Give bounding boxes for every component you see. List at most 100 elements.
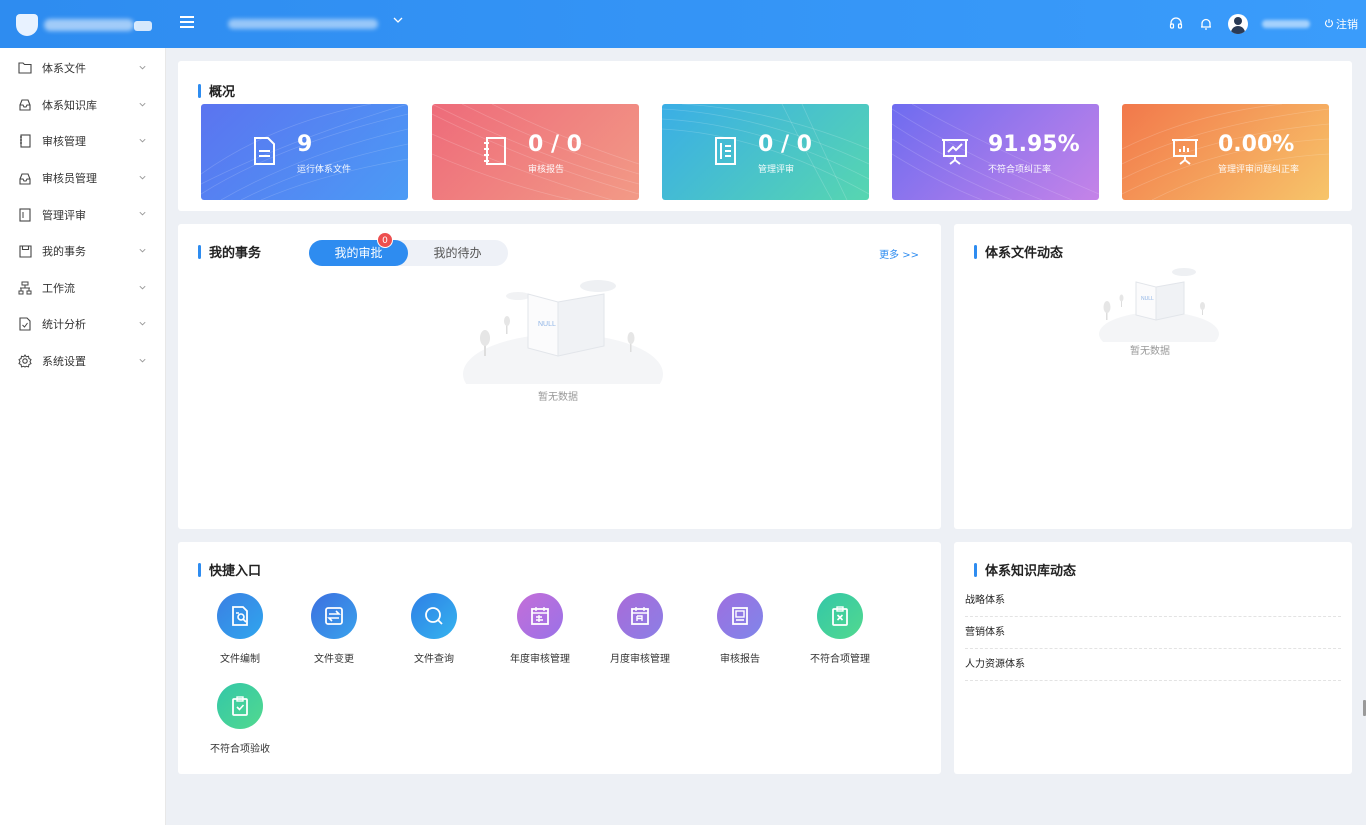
stat-label: 运行体系文件: [297, 165, 352, 175]
notebook-icon: [478, 134, 512, 168]
quick-item-label: 文件变更: [314, 654, 354, 665]
stat-value: 9: [297, 132, 313, 157]
quick-item-file-search[interactable]: 文件查询: [394, 593, 474, 665]
overview-panel: 概况 9 运行体系文件 0 / 0 审核报告 0 / 0 管理评审 91.95%…: [178, 61, 1352, 211]
stat-value: 0.00%: [1218, 132, 1295, 157]
knowledge-list-item[interactable]: 战略体系: [965, 585, 1341, 617]
username-redacted[interactable]: [1262, 20, 1310, 28]
bell-icon[interactable]: [1198, 16, 1214, 32]
logout-button[interactable]: 注销: [1324, 16, 1358, 32]
sidebar-item-label: 系统设置: [42, 355, 86, 369]
chevron-down-icon: [139, 65, 146, 70]
sidebar-item-system-files[interactable]: 体系文件: [0, 50, 165, 87]
quick-item-monthly-audit[interactable]: 月度审核管理: [600, 593, 680, 665]
list-doc-icon: [708, 134, 742, 168]
stat-value: 0 / 0: [758, 132, 812, 157]
chevron-down-icon: [139, 175, 146, 180]
file-edit-icon: [217, 593, 263, 639]
tab-my-todos[interactable]: 我的待办: [408, 240, 507, 266]
sidebar-item-my-affairs[interactable]: 我的事务: [0, 233, 165, 270]
empty-text: 暂无数据: [538, 392, 578, 403]
knowledge-dynamics-panel: 体系知识库动态 战略体系 营销体系 人力资源体系: [954, 542, 1352, 774]
calendar-year-icon: [517, 593, 563, 639]
inbox-icon: [18, 171, 32, 185]
sidebar-item-label: 管理评审: [42, 208, 86, 222]
quick-item-label: 文件编制: [220, 654, 260, 665]
chevron-down-icon[interactable]: [393, 15, 403, 28]
stat-label: 不符合项纠正率: [988, 165, 1052, 175]
sidebar-item-label: 体系知识库: [42, 98, 97, 112]
stat-card-nonconformity-rate[interactable]: 91.95% 不符合项纠正率: [892, 104, 1099, 200]
chart-file-icon: [18, 317, 32, 332]
logo-shield-icon: [16, 14, 38, 36]
approval-count-badge: 0: [377, 232, 393, 248]
document-list-icon: [18, 208, 32, 222]
stat-label: 管理评审问题纠正率: [1218, 165, 1300, 175]
report-icon: [717, 593, 763, 639]
affairs-tabs: 我的审批 0 我的待办: [309, 232, 508, 266]
company-selector[interactable]: [228, 14, 378, 34]
empty-state-illustration: NULL: [463, 280, 663, 384]
calendar-month-icon: [617, 593, 663, 639]
gear-icon: [18, 354, 32, 368]
menu-icon[interactable]: [180, 16, 194, 30]
more-link[interactable]: 更多 >>: [879, 246, 919, 261]
file-dynamics-title: 体系文件动态: [985, 246, 1064, 261]
sidebar-item-label: 统计分析: [42, 318, 86, 332]
company-name-redacted: [228, 19, 378, 29]
sidebar-item-label: 体系文件: [42, 62, 86, 76]
knowledge-list-item[interactable]: 营销体系: [965, 617, 1341, 649]
chevron-down-icon: [139, 248, 146, 253]
presentation-chart-icon: [1168, 134, 1202, 168]
logo-mark-redacted: [134, 21, 152, 31]
quick-item-nonconformity-acceptance[interactable]: 不符合项验收: [200, 683, 280, 755]
user-avatar-icon[interactable]: [1228, 14, 1248, 34]
sidebar-item-knowledge-base[interactable]: 体系知识库: [0, 87, 165, 124]
sidebar-item-management-review[interactable]: 管理评审: [0, 196, 165, 233]
quick-item-label: 月度审核管理: [610, 654, 670, 665]
quick-item-file-compile[interactable]: 文件编制: [200, 593, 280, 665]
logo-text-redacted: [44, 19, 134, 31]
knowledge-list-item[interactable]: 人力资源体系: [965, 649, 1341, 681]
sidebar-item-workflow[interactable]: 工作流: [0, 270, 165, 307]
overview-title: 概况: [209, 85, 236, 100]
stat-card-system-files[interactable]: 9 运行体系文件: [201, 104, 408, 200]
sidebar-item-label: 审核员管理: [42, 172, 97, 186]
quick-item-file-change[interactable]: 文件变更: [294, 593, 374, 665]
sidebar-item-label: 审核管理: [42, 135, 86, 149]
stat-card-review-problem-rate[interactable]: 0.00% 管理评审问题纠正率: [1122, 104, 1329, 200]
chevron-down-icon: [139, 358, 146, 363]
logout-label: 注销: [1336, 18, 1358, 31]
sidebar-item-statistics[interactable]: 统计分析: [0, 306, 165, 343]
sidebar-item-auditor-management[interactable]: 审核员管理: [0, 160, 165, 197]
stat-label: 审核报告: [528, 165, 565, 175]
quick-item-audit-report[interactable]: 审核报告: [700, 593, 780, 665]
sidebar-item-audit-management[interactable]: 审核管理: [0, 123, 165, 160]
folder-icon: [18, 61, 32, 75]
stat-label: 管理评审: [758, 165, 795, 175]
workflow-icon: [18, 281, 32, 295]
null-text: NULL: [538, 321, 556, 328]
stat-value: 91.95%: [988, 132, 1080, 157]
file-dynamics-panel: 体系文件动态 NULL 暂无数据: [954, 224, 1352, 529]
headset-icon[interactable]: [1168, 16, 1184, 32]
quick-item-label: 审核报告: [720, 654, 760, 665]
empty-state-illustration: NULL: [1099, 268, 1219, 342]
stat-value: 0 / 0: [528, 132, 582, 157]
tab-label: 我的待办: [433, 246, 482, 260]
book-icon: [18, 134, 32, 149]
quick-item-label: 不符合项验收: [210, 744, 270, 755]
quick-item-nonconformity-management[interactable]: 不符合项管理: [800, 593, 880, 665]
chevron-down-icon: [139, 285, 146, 290]
search-icon: [411, 593, 457, 639]
presentation-icon: [938, 134, 972, 168]
sidebar-item-system-settings[interactable]: 系统设置: [0, 343, 165, 380]
quick-item-annual-audit[interactable]: 年度审核管理: [500, 593, 580, 665]
stat-card-audit-reports[interactable]: 0 / 0 审核报告: [432, 104, 639, 200]
tab-my-approvals[interactable]: 我的审批 0: [309, 232, 408, 266]
stat-card-management-review[interactable]: 0 / 0 管理评审: [662, 104, 869, 200]
clipboard-x-icon: [817, 593, 863, 639]
document-icon: [247, 134, 281, 168]
power-icon: [1324, 18, 1334, 31]
app-logo[interactable]: [16, 12, 156, 38]
